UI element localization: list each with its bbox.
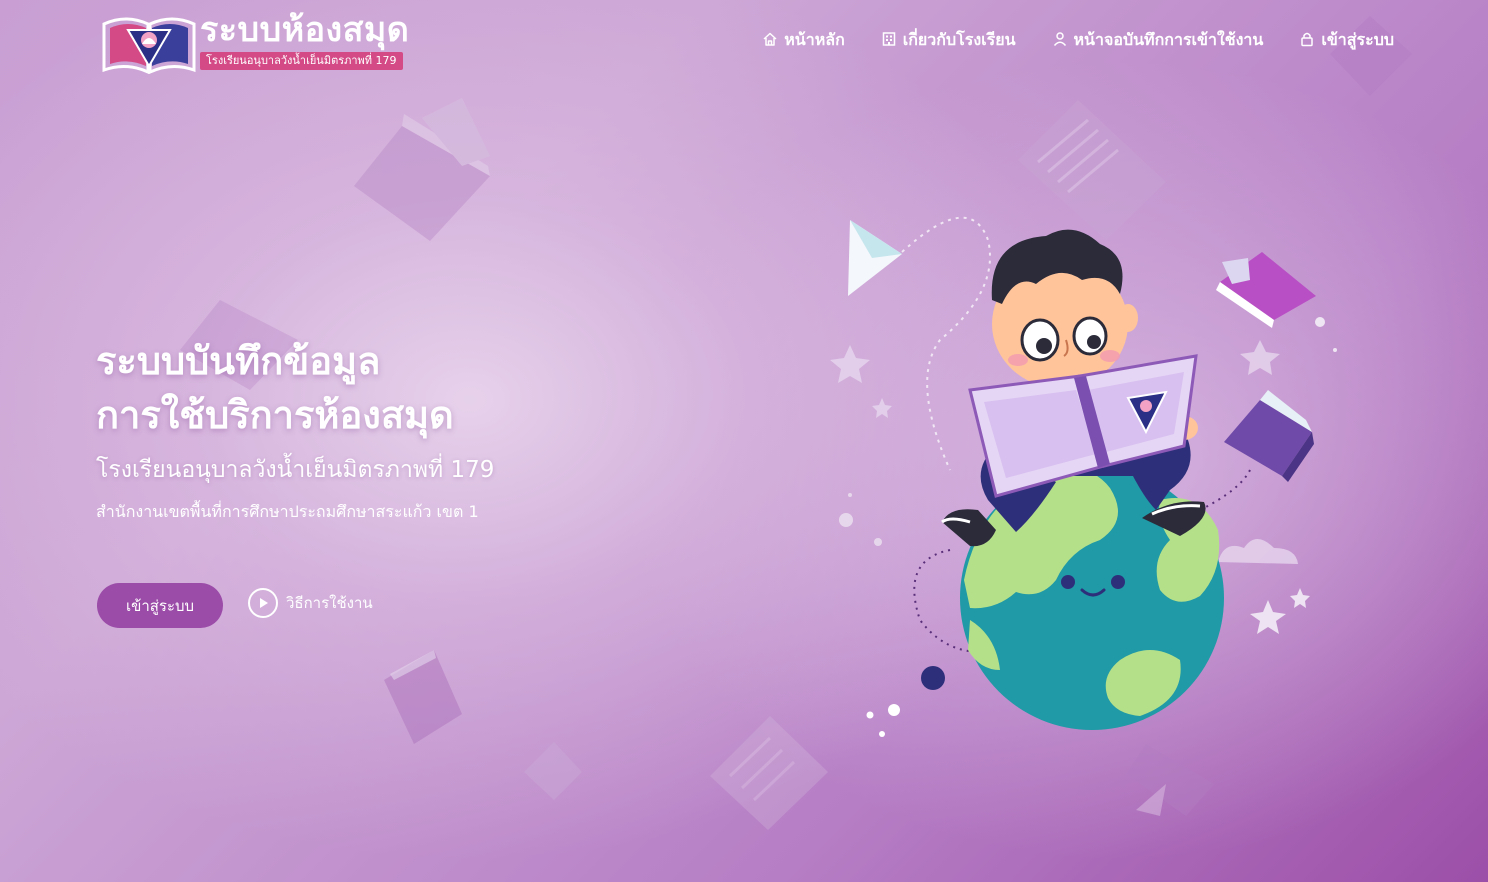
nav-home-label: หน้าหลัก (784, 30, 845, 49)
hero-login-button[interactable]: เข้าสู่ระบบ (97, 583, 223, 628)
nav-usage-log[interactable]: หน้าจอบันทึกการเข้าใช้งาน (1052, 28, 1264, 53)
bg-book-icon (352, 96, 492, 246)
hero-title-line1: ระบบบันทึกข้อมูล (96, 339, 381, 383)
bg-book-icon (1330, 14, 1414, 98)
bg-book-icon (1126, 744, 1216, 818)
bg-book-icon (384, 650, 464, 746)
nav-about-label: เกี่ยวกับโรงเรียน (902, 30, 1016, 49)
howto-button[interactable]: วิธีการใช้งาน (248, 588, 373, 618)
play-icon (248, 588, 278, 618)
logo-emblem-icon (102, 10, 196, 75)
user-icon (1052, 31, 1068, 51)
nav-usage-log-label: หน้าจอบันทึกการเข้าใช้งาน (1073, 30, 1264, 49)
hero-office-name: สำนักงานเขตพื้นที่การศึกษาประถมศึกษาสระแ… (96, 502, 479, 521)
logo-title: ระบบห้องสมุด (200, 10, 410, 50)
nav-home[interactable]: หน้าหลัก (762, 28, 845, 53)
nav-login-label: เข้าสู่ระบบ (1321, 30, 1394, 49)
bg-book-icon (710, 716, 830, 832)
hero-illustration (820, 200, 1360, 740)
site-logo[interactable]: ระบบห้องสมุด โรงเรียนอนุบาลวังน้ำเย็นมิต… (102, 8, 442, 75)
lock-icon (1299, 31, 1315, 51)
main-nav: หน้าหลัก เกี่ยวกับโรงเรียน หน้าจอบันทึกก… (762, 28, 1394, 53)
nav-login[interactable]: เข้าสู่ระบบ (1299, 28, 1394, 53)
home-icon (762, 31, 778, 51)
building-icon (881, 31, 897, 51)
howto-label: วิธีการใช้งาน (286, 594, 373, 612)
nav-about[interactable]: เกี่ยวกับโรงเรียน (881, 28, 1016, 53)
hero-title: ระบบบันทึกข้อมูล การใช้บริการห้องสมุด (96, 334, 454, 442)
logo-subtitle: โรงเรียนอนุบาลวังน้ำเย็นมิตรภาพที่ 179 (200, 52, 403, 70)
hero-school-name: โรงเรียนอนุบาลวังน้ำเย็นมิตรภาพที่ 179 (96, 457, 495, 483)
bg-book-icon (524, 742, 584, 802)
hero-title-line2: การใช้บริการห้องสมุด (96, 393, 454, 437)
paper-plane-icon (848, 220, 902, 296)
